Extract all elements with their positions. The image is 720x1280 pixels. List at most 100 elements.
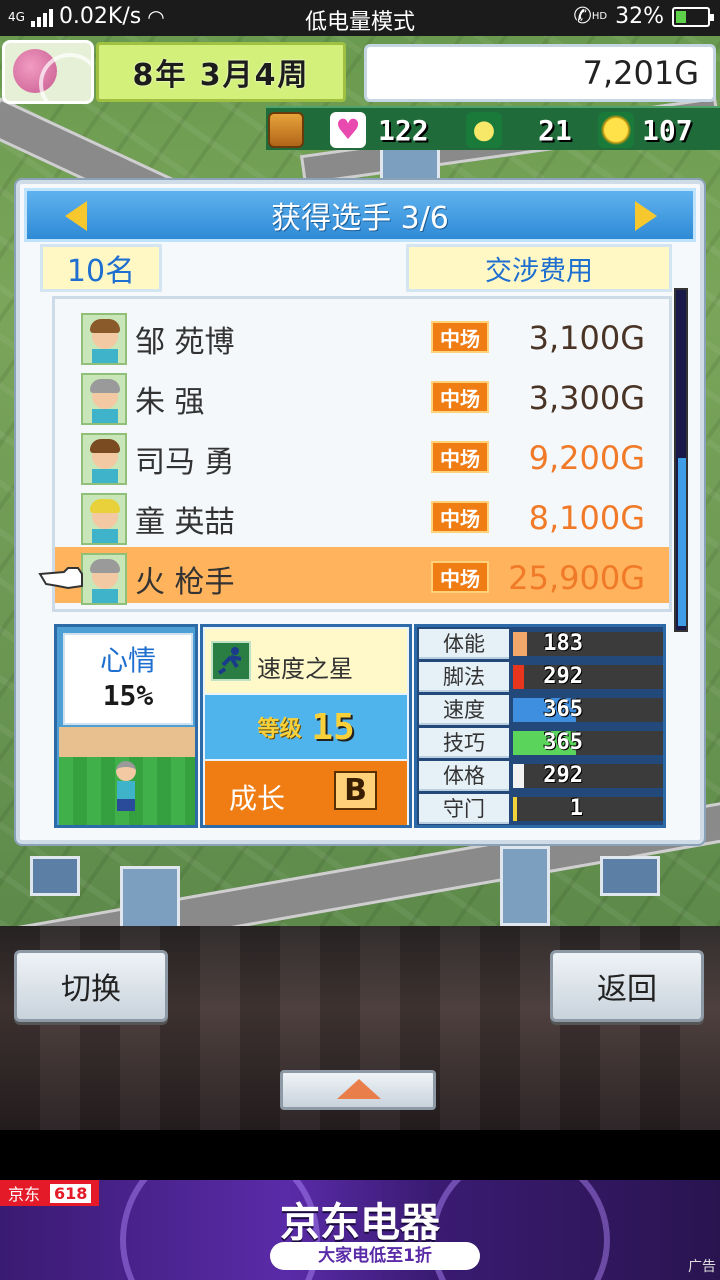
expand-up-button[interactable] <box>280 1070 436 1110</box>
mood-box: 心情 15% <box>63 633 193 725</box>
dialog-title: 获得选手 3/6 <box>271 201 449 236</box>
ad-promo: 618 <box>50 1183 92 1203</box>
switch-button[interactable]: 切换 <box>14 950 168 1022</box>
player-row[interactable]: 邹 苑博 中场 3,100G <box>55 307 669 365</box>
stat-name: 体格 <box>419 761 509 791</box>
growth-box: 成长 B <box>205 761 407 825</box>
mood-panel: 心情 15% <box>54 624 198 828</box>
prev-page-arrow[interactable] <box>65 201 87 231</box>
money-display: 7,201G <box>364 44 716 102</box>
stat-row: 速度 365 <box>419 695 663 725</box>
heart-value: 122 <box>378 113 429 147</box>
heart-icon: ♥ <box>330 112 366 148</box>
stat-bar: 1 <box>513 797 663 821</box>
position-badge: 中场 <box>431 441 489 473</box>
player-avatar[interactable] <box>2 40 94 104</box>
call-icon: ✆ <box>573 4 592 29</box>
position-badge: 中场 <box>431 381 489 413</box>
player-portrait <box>81 373 127 425</box>
stat-row: 体能 183 <box>419 629 663 659</box>
mood-label: 心情 <box>99 644 156 677</box>
skill-level-box: 等级 15 <box>205 695 407 759</box>
list-scrollbar[interactable] <box>674 288 688 632</box>
player-fee: 25,900G <box>508 559 645 597</box>
coin-icon <box>598 112 634 148</box>
stat-name: 速度 <box>419 695 509 725</box>
next-page-arrow[interactable] <box>635 201 657 231</box>
back-button[interactable]: 返回 <box>550 950 704 1022</box>
dialog-header: 获得选手 3/6 <box>24 188 696 242</box>
player-count: 10名 <box>40 244 162 292</box>
player-row[interactable]: 司马 勇 中场 9,200G <box>55 427 669 485</box>
lightbulb-icon: ● <box>466 112 502 148</box>
player-fee: 3,300G <box>528 379 645 417</box>
crowd-illustration <box>59 727 195 757</box>
heart-resource: ♥ 122 <box>330 112 429 148</box>
ad-subline: 大家电低至1折 <box>270 1242 480 1270</box>
growth-label: 成长 <box>229 782 286 815</box>
stat-value: 1 <box>569 796 583 821</box>
stat-name: 脚法 <box>419 662 509 692</box>
player-name: 司马 勇 <box>135 445 235 480</box>
player-portrait <box>81 493 127 545</box>
stats-panel: 体能 183 脚法 292 速度 365 技巧 365 体格 292 守门 1 <box>414 624 666 828</box>
running-icon <box>211 641 251 681</box>
player-name: 火 枪手 <box>135 565 235 600</box>
stat-name: 技巧 <box>419 728 509 758</box>
skill-name-box: 速度之星 <box>205 629 407 693</box>
mood-value: 15% <box>102 679 154 712</box>
skill-panel: 速度之星 等级 15 成长 B <box>200 624 412 828</box>
player-name: 邹 苑博 <box>135 325 235 360</box>
position-badge: 中场 <box>431 321 489 353</box>
player-list: 邹 苑博 中场 3,100G 朱 强中场 3,300G 司马 勇中场 9,200G 童 英喆中… <box>52 296 672 612</box>
ad-headline: 京东电器 <box>280 1200 440 1246</box>
stat-value: 365 <box>543 730 583 755</box>
player-row[interactable]: 朱 强 中场 3,300G <box>55 367 669 425</box>
coin-value: 107 <box>642 113 693 147</box>
idea-value: 21 <box>538 113 572 147</box>
stat-bar: 292 <box>513 764 663 788</box>
treasure-chest-icon[interactable] <box>268 112 304 148</box>
player-row[interactable]: 火 枪手 中场 25,900G <box>55 547 669 605</box>
resource-bar: ♥ 122 ● 21 107 <box>266 106 720 150</box>
hd-label: HD <box>591 11 608 22</box>
skill-name: 速度之星 <box>257 655 353 683</box>
player-fee: 9,200G <box>528 439 645 477</box>
stat-name: 守门 <box>419 794 509 824</box>
hand-pointer-icon <box>38 562 86 592</box>
battery-icon <box>672 6 714 27</box>
level-value: 15 <box>311 706 355 748</box>
player-fee: 3,100G <box>528 319 645 357</box>
game-date: 8年 3月4周 <box>96 42 346 102</box>
ad-tag: 广告 <box>688 1259 716 1275</box>
stat-value: 292 <box>543 664 583 689</box>
ad-banner[interactable]: 京东 618 京东电器 大家电低至1折 广告 <box>0 1180 720 1280</box>
stat-bar: 365 <box>513 731 663 755</box>
battery-percent: 32% <box>615 4 664 29</box>
stat-bar: 365 <box>513 698 663 722</box>
level-label: 等级 <box>257 717 302 742</box>
stat-row: 守门 1 <box>419 794 663 824</box>
player-row[interactable]: 童 英喆 中场 8,100G <box>55 487 669 545</box>
fee-column-header: 交涉费用 <box>406 244 672 292</box>
stat-bar: 292 <box>513 665 663 689</box>
player-portrait <box>81 553 127 605</box>
stat-value: 292 <box>543 763 583 788</box>
player-name: 童 英喆 <box>135 505 235 540</box>
pitch-illustration <box>59 757 195 825</box>
player-sprite <box>113 761 139 813</box>
idea-resource: ● 21 <box>466 112 572 148</box>
stat-value: 365 <box>543 697 583 722</box>
up-arrow-icon <box>337 1079 381 1099</box>
player-portrait <box>81 313 127 365</box>
scrollbar-thumb[interactable] <box>678 458 686 626</box>
stat-row: 体格 292 <box>419 761 663 791</box>
player-fee: 8,100G <box>528 499 645 537</box>
position-badge: 中场 <box>431 561 489 593</box>
player-acquire-dialog: 获得选手 3/6 10名 交涉费用 邹 苑博 中场 3,100G 朱 强中场 3,300… <box>16 180 704 844</box>
stat-name: 体能 <box>419 629 509 659</box>
stat-bar: 183 <box>513 632 663 656</box>
stat-value: 183 <box>543 631 583 656</box>
player-portrait <box>81 433 127 485</box>
coin-resource: 107 <box>598 112 693 148</box>
